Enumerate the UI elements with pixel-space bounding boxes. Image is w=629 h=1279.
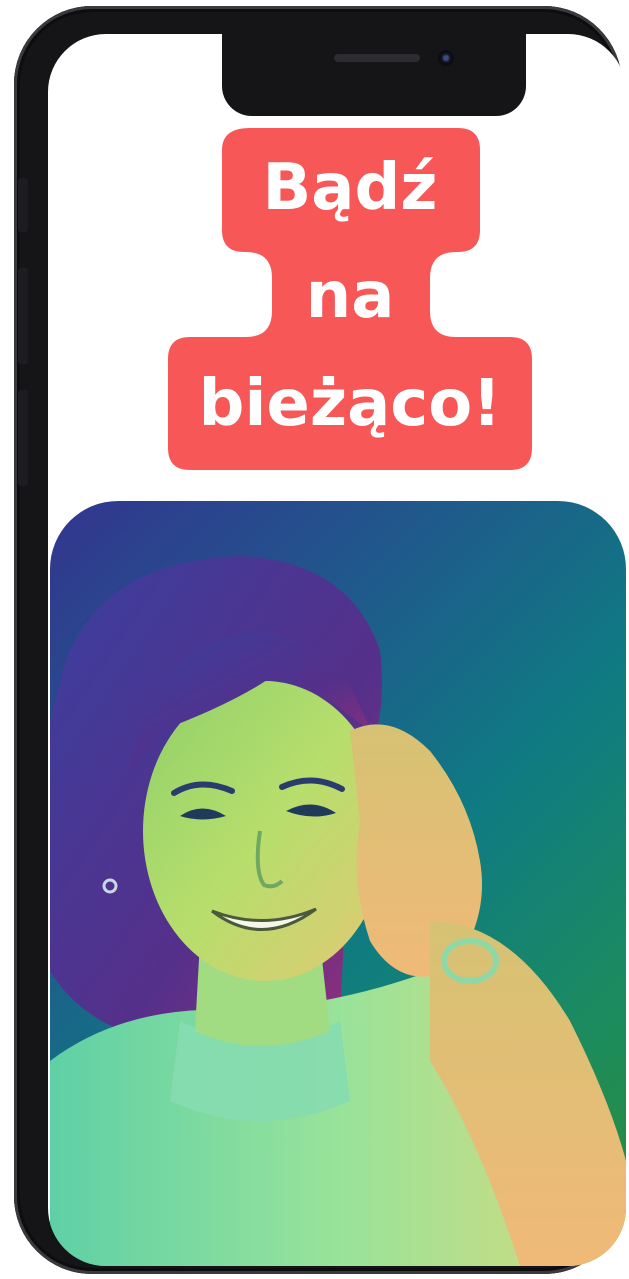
headline-line-2: na — [305, 259, 395, 333]
silent-switch — [18, 178, 28, 232]
phone-mockup: Bądź na bieżąco! — [14, 6, 626, 1274]
volume-down-button — [18, 390, 28, 486]
volume-up-button — [18, 268, 28, 364]
phone-screen: Bądź na bieżąco! — [48, 34, 626, 1266]
portrait-illustration — [50, 556, 626, 1266]
camera-icon — [438, 50, 454, 66]
speaker-icon — [334, 54, 420, 62]
headline-line-3: bieżąco! — [198, 367, 502, 441]
portrait-photo — [50, 501, 626, 1266]
headline-line-1: Bądź — [262, 151, 438, 225]
notch — [222, 34, 526, 116]
headline-title: Bądź na bieżąco! — [168, 128, 532, 470]
